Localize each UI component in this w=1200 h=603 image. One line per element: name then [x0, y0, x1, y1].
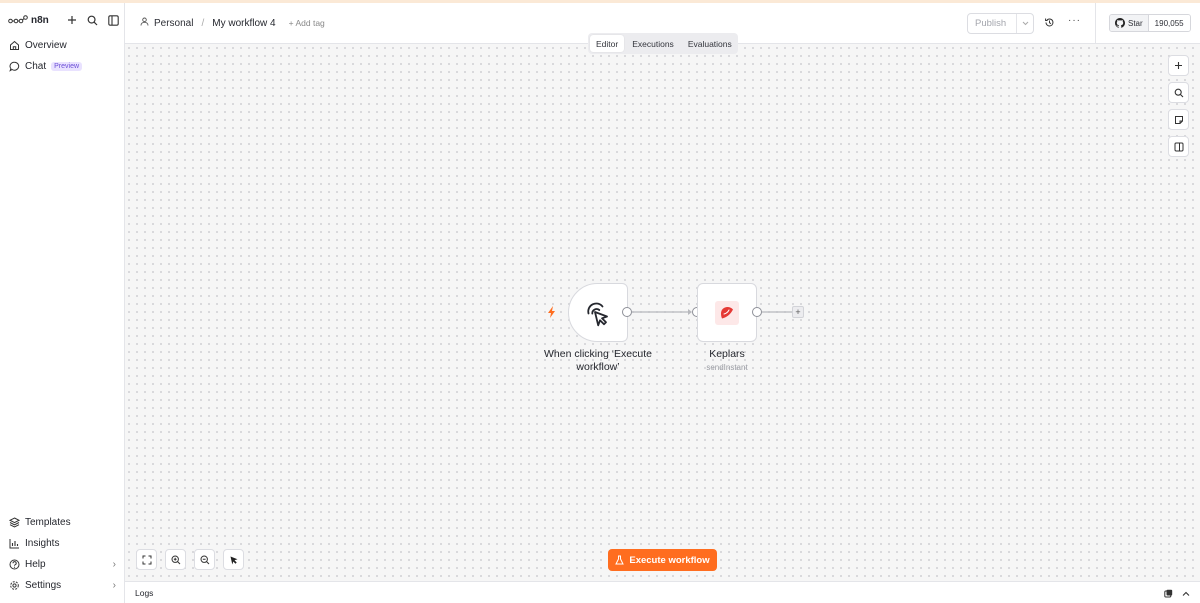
trigger-output-port[interactable]: [622, 307, 632, 317]
execute-workflow-label: Execute workflow: [629, 554, 710, 566]
cursor-click-icon: [587, 302, 608, 326]
popout-icon[interactable]: [1164, 587, 1173, 601]
keplars-logo-icon: [715, 300, 739, 325]
zoom-out-icon: [199, 554, 209, 564]
keplars-node[interactable]: [697, 283, 757, 342]
pointer-mode-button[interactable]: [223, 549, 244, 570]
logs-label: Logs: [135, 588, 154, 598]
pointer-icon: [230, 556, 237, 564]
logs-panel-bar[interactable]: Logs: [125, 581, 1200, 603]
fit-view-icon: [142, 555, 151, 564]
execute-workflow-button[interactable]: Execute workflow: [608, 549, 717, 571]
zoom-in-icon: [170, 554, 180, 564]
zoom-out-button[interactable]: [194, 549, 215, 570]
flask-icon: [615, 555, 625, 565]
keplars-node-sublabel: sendInstant: [706, 363, 748, 372]
keplars-node-label: Keplars: [709, 348, 745, 360]
fit-view-button[interactable]: [136, 549, 157, 570]
trigger-node-label: When clicking ‘Execute workflow’: [544, 348, 652, 373]
keplars-output-port[interactable]: [752, 307, 762, 317]
zoom-in-button[interactable]: [165, 549, 186, 570]
add-next-node-button[interactable]: +: [792, 306, 804, 318]
chevron-up-icon[interactable]: [1182, 587, 1190, 601]
trigger-node[interactable]: [568, 283, 628, 342]
trigger-bolt-icon: [547, 306, 557, 321]
canvas-zoom-toolbar: [136, 549, 244, 570]
